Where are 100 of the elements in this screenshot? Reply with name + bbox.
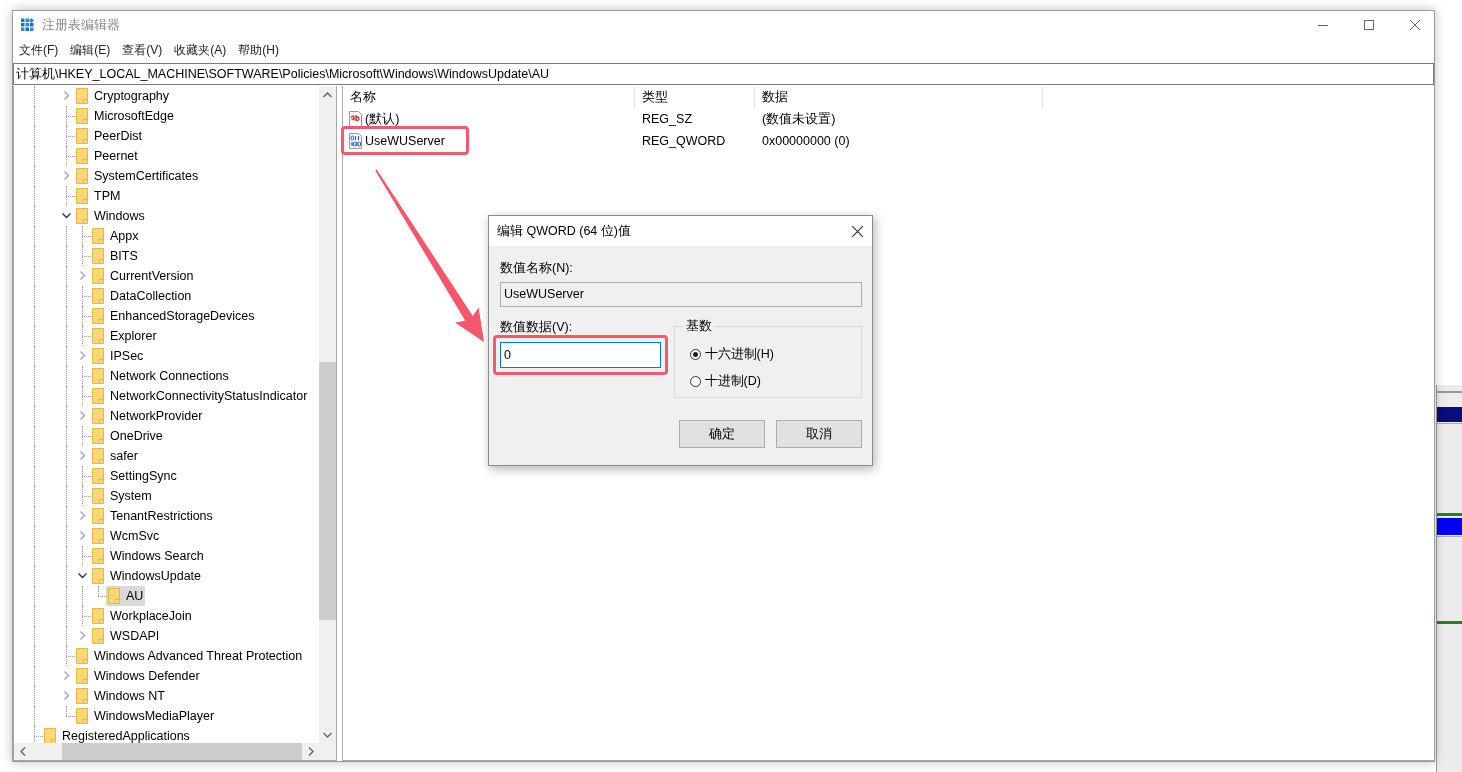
chevron-right-icon[interactable] bbox=[62, 691, 71, 700]
tree-item[interactable]: AU bbox=[106, 586, 146, 606]
maximize-icon bbox=[1363, 20, 1374, 30]
tree-item[interactable]: Explorer bbox=[90, 326, 159, 346]
chevron-right-icon[interactable] bbox=[78, 531, 87, 540]
tree-item[interactable]: SystemCertificates bbox=[74, 166, 201, 186]
tree-item[interactable]: Cryptography bbox=[74, 86, 172, 106]
tree-item[interactable]: Windows bbox=[74, 206, 147, 226]
tree-item[interactable]: IPSec bbox=[90, 346, 146, 366]
tree-item[interactable]: safer bbox=[90, 446, 140, 466]
chevron-right-icon[interactable] bbox=[78, 411, 87, 420]
folder-icon bbox=[92, 248, 104, 264]
close-icon bbox=[1409, 20, 1420, 30]
folder-icon bbox=[92, 568, 104, 584]
ok-button[interactable]: 确定 bbox=[679, 420, 765, 448]
chevron-right-icon[interactable] bbox=[78, 631, 87, 640]
folder-icon bbox=[92, 328, 104, 344]
column-header[interactable]: 数据 bbox=[755, 87, 1043, 108]
value-data-field[interactable]: 0 bbox=[500, 342, 661, 368]
folder-icon bbox=[92, 488, 104, 504]
menu-item[interactable]: 查看(V) bbox=[116, 41, 169, 59]
column-header[interactable]: 类型 bbox=[635, 87, 755, 108]
tree-item[interactable]: EnhancedStorageDevices bbox=[90, 306, 257, 326]
folder-icon bbox=[92, 308, 104, 324]
binary-value-icon bbox=[348, 133, 363, 149]
tree-item[interactable]: Peernet bbox=[74, 146, 140, 166]
folder-icon bbox=[92, 368, 104, 384]
folder-icon bbox=[92, 508, 104, 524]
tree-item[interactable]: Appx bbox=[90, 226, 141, 246]
value-name-field[interactable]: UseWUServer bbox=[500, 282, 862, 307]
folder-icon bbox=[92, 388, 104, 404]
chevron-down-icon[interactable] bbox=[78, 571, 87, 580]
vertical-scrollbar[interactable] bbox=[319, 86, 336, 743]
scroll-up-icon[interactable] bbox=[323, 91, 332, 98]
horizontal-scrollbar[interactable] bbox=[14, 743, 319, 760]
value-name[interactable]: (默认) bbox=[365, 108, 400, 130]
folder-icon bbox=[76, 648, 88, 664]
scroll-right-icon[interactable] bbox=[307, 747, 314, 756]
dialog-title: 编辑 QWORD (64 位)值 bbox=[497, 222, 631, 240]
tree-item[interactable]: Windows Defender bbox=[74, 666, 202, 686]
tree-item[interactable]: Windows NT bbox=[74, 686, 167, 706]
group-label: 基数 bbox=[684, 318, 713, 335]
tree-item[interactable]: NetworkProvider bbox=[90, 406, 205, 426]
radio-button[interactable] bbox=[689, 376, 701, 387]
tree-item[interactable]: WorkplaceJoin bbox=[90, 606, 194, 626]
folder-icon bbox=[76, 208, 88, 224]
close-icon bbox=[851, 225, 863, 237]
tree-item[interactable]: WindowsMediaPlayer bbox=[74, 706, 217, 726]
chevron-right-icon[interactable] bbox=[78, 451, 87, 460]
folder-icon bbox=[92, 408, 104, 424]
tree-item[interactable]: PeerDist bbox=[74, 126, 144, 146]
radio-label[interactable]: 十六进制(H) bbox=[704, 346, 774, 363]
cancel-button[interactable]: 取消 bbox=[776, 420, 862, 448]
menu-item[interactable]: 文件(F) bbox=[13, 41, 65, 59]
chevron-right-icon[interactable] bbox=[78, 271, 87, 280]
folder-icon bbox=[92, 528, 104, 544]
menu-item[interactable]: 编辑(E) bbox=[64, 41, 117, 59]
value-name[interactable]: UseWUServer bbox=[365, 130, 445, 152]
tree-item[interactable]: TPM bbox=[74, 186, 123, 206]
tree-item[interactable]: SettingSync bbox=[90, 466, 179, 486]
tree-item[interactable]: Network Connections bbox=[90, 366, 231, 386]
value-data: (数值未设置) bbox=[761, 111, 837, 128]
tree-item[interactable]: RegisteredApplications bbox=[42, 726, 192, 743]
chevron-right-icon[interactable] bbox=[62, 171, 71, 180]
folder-icon bbox=[76, 688, 88, 704]
folder-icon bbox=[92, 628, 104, 644]
tree-item[interactable]: WcmSvc bbox=[90, 526, 162, 546]
scroll-left-icon[interactable] bbox=[19, 747, 26, 756]
tree-item[interactable]: TenantRestrictions bbox=[90, 506, 215, 526]
chevron-right-icon[interactable] bbox=[78, 351, 87, 360]
tree-item[interactable]: OneDrive bbox=[90, 426, 165, 446]
field-label: 数值名称(N): bbox=[500, 260, 573, 276]
tree-item[interactable]: Windows Advanced Threat Protection bbox=[74, 646, 305, 666]
folder-icon bbox=[76, 148, 88, 164]
tree-item[interactable]: CurrentVersion bbox=[90, 266, 196, 286]
tree-item[interactable]: MicrosoftEdge bbox=[74, 106, 176, 126]
chevron-down-icon[interactable] bbox=[62, 211, 71, 220]
tree-item[interactable]: BITS bbox=[90, 246, 140, 266]
value-type: REG_QWORD bbox=[641, 133, 727, 150]
menu-item[interactable]: 收藏夹(A) bbox=[168, 41, 233, 59]
tree-item[interactable]: System bbox=[90, 486, 154, 506]
address-bar[interactable]: 计算机\HKEY_LOCAL_MACHINE\SOFTWARE\Policies\Microsoft\Windows\WindowsUpdate\AU bbox=[13, 63, 1434, 85]
radio-label[interactable]: 十进制(D) bbox=[704, 373, 761, 390]
menu-item[interactable]: 帮助(H) bbox=[232, 41, 285, 59]
column-header[interactable]: 名称 bbox=[343, 87, 635, 108]
tree-item[interactable]: DataCollection bbox=[90, 286, 194, 306]
folder-icon bbox=[92, 268, 104, 284]
chevron-right-icon[interactable] bbox=[78, 511, 87, 520]
string-value-icon bbox=[348, 111, 363, 127]
radio-button[interactable] bbox=[689, 349, 701, 360]
folder-icon bbox=[108, 588, 120, 604]
scroll-down-icon[interactable] bbox=[323, 731, 332, 738]
tree-item[interactable]: WindowsUpdate bbox=[90, 566, 203, 586]
app-icon bbox=[20, 18, 35, 32]
field-label: 数值数据(V): bbox=[500, 319, 573, 335]
chevron-right-icon[interactable] bbox=[62, 671, 71, 680]
chevron-right-icon[interactable] bbox=[62, 91, 71, 100]
tree-item[interactable]: WSDAPI bbox=[90, 626, 162, 646]
tree-item[interactable]: NetworkConnectivityStatusIndicator bbox=[90, 386, 310, 406]
tree-item[interactable]: Windows Search bbox=[90, 546, 206, 566]
